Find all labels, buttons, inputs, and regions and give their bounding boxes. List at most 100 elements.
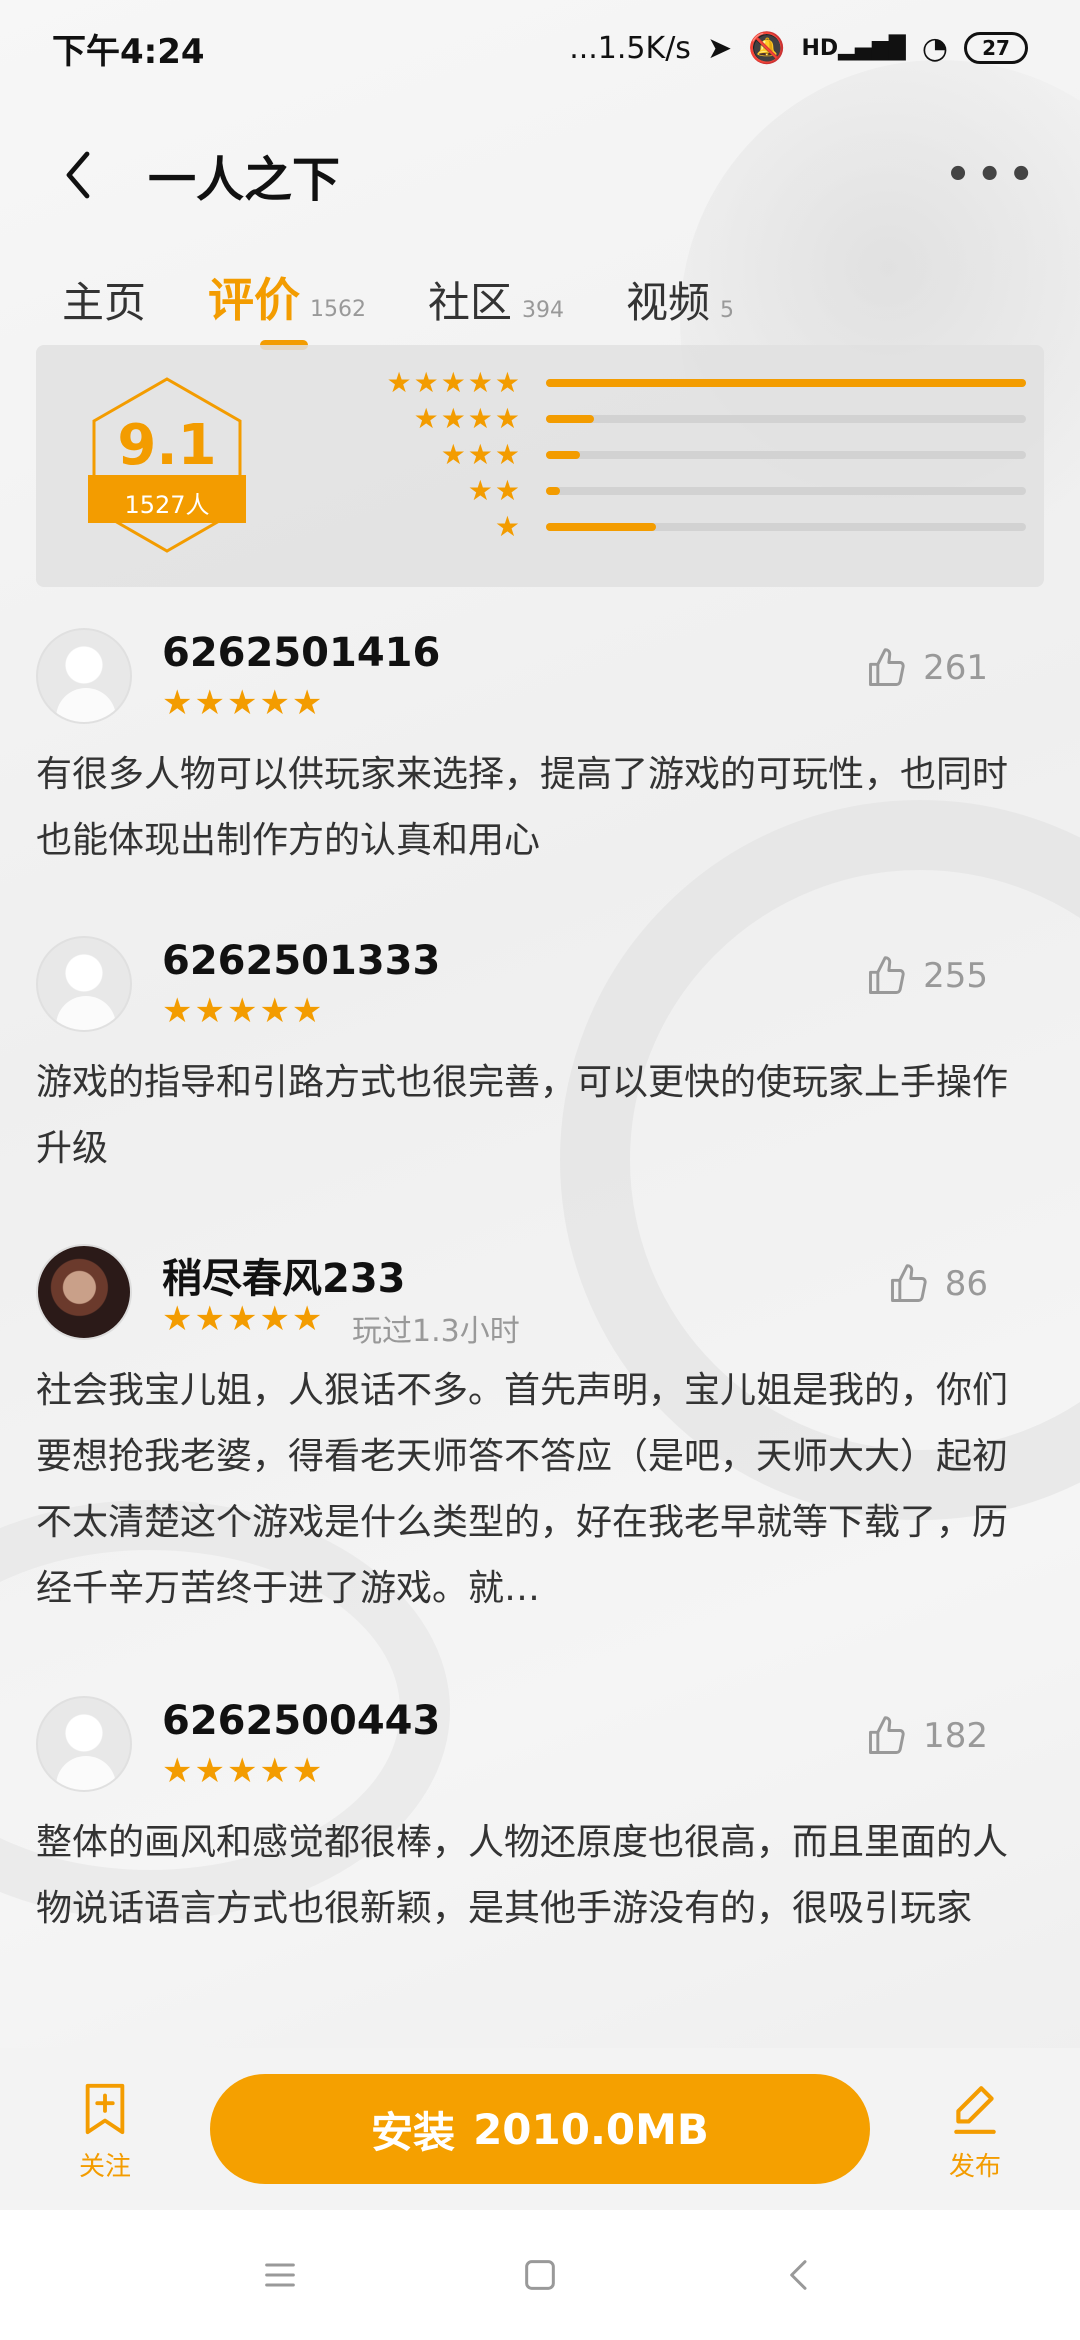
avatar[interactable] bbox=[36, 936, 132, 1032]
distribution-bar-fill bbox=[546, 487, 561, 495]
distribution-row: ★★ bbox=[326, 473, 1026, 509]
distribution-bar-fill bbox=[546, 451, 580, 459]
review-header: 稍尽春风233 ★★★★★ 玩过1.3小时 86 bbox=[36, 1238, 1044, 1349]
avatar[interactable] bbox=[36, 1696, 132, 1792]
review-item[interactable]: 6262501416 ★★★★★ 261 有很多人物可以供玩家来选择，提高了游戏… bbox=[0, 622, 1080, 930]
network-speed: ...1.5K/s bbox=[569, 30, 691, 66]
location-icon: ➤ bbox=[706, 30, 733, 66]
distribution-bar-fill bbox=[546, 523, 657, 531]
rating-summary: 9.1 1527人 ★★★★★ ★★★★ ★★★ ★★ ★ bbox=[36, 345, 1044, 587]
distribution-bar bbox=[546, 379, 1026, 387]
thumbs-up-icon bbox=[869, 1716, 905, 1754]
tab-label: 主页 bbox=[62, 278, 147, 327]
system-nav-bar bbox=[0, 2210, 1080, 2340]
thumbs-up-icon bbox=[869, 648, 905, 686]
distribution-bar-fill bbox=[546, 379, 1026, 387]
tab-count: 1562 bbox=[310, 297, 367, 322]
tab-reviews[interactable]: 评价 1562 bbox=[208, 264, 367, 350]
review-text: 整体的画风和感觉都很棒，人物还原度也很高，而且里面的人物说话语言方式也很新颖，是… bbox=[36, 1822, 1009, 1929]
more-options-icon[interactable]: ••• bbox=[945, 152, 1040, 198]
rating-distribution: ★★★★★ ★★★★ ★★★ ★★ ★ bbox=[326, 365, 1026, 545]
distribution-bar bbox=[546, 487, 1026, 495]
review-text: 游戏的指导和引路方式也很完善，可以更快的使玩家上手操作升级 bbox=[36, 1062, 1009, 1169]
bookmark-add-icon bbox=[85, 2083, 125, 2135]
review-item[interactable]: 6262500443 ★★★★★ 182 整体的画风和感觉都很棒，人物还原度也很… bbox=[0, 1690, 1080, 2040]
tab-bar: 主页 评价 1562 社区 394 视频 5 bbox=[62, 240, 734, 350]
bottom-action-bar: 关注 安装 2010.0MB 发布 bbox=[0, 2048, 1080, 2210]
like-button[interactable]: 182 bbox=[865, 1714, 988, 1758]
chevron-left-icon bbox=[790, 2260, 807, 2290]
avatar[interactable] bbox=[36, 1244, 132, 1340]
distribution-row: ★★★ bbox=[326, 437, 1026, 473]
distribution-row: ★★★★ bbox=[326, 401, 1026, 437]
tab-videos[interactable]: 视频 5 bbox=[626, 269, 734, 330]
menu-icon bbox=[265, 2263, 295, 2287]
avatar[interactable] bbox=[36, 628, 132, 724]
follow-button[interactable]: 关注 bbox=[60, 2082, 150, 2183]
review-list: 6262501416 ★★★★★ 261 有很多人物可以供玩家来选择，提高了游戏… bbox=[0, 622, 1080, 2040]
follow-label: 关注 bbox=[78, 2152, 131, 2182]
nav-home-button[interactable] bbox=[515, 2250, 565, 2300]
review-header: 6262500443 ★★★★★ 182 bbox=[36, 1690, 1044, 1792]
pencil-icon bbox=[954, 2086, 996, 2134]
status-icons: ...1.5K/s ➤ 🔕 HD▂▄▆█ ◔ 27 bbox=[569, 31, 1028, 66]
distribution-row: ★★★★★ bbox=[326, 365, 1026, 401]
back-button[interactable] bbox=[60, 145, 120, 205]
thumbs-up-icon bbox=[869, 956, 905, 994]
distribution-bar bbox=[546, 415, 1026, 423]
tab-home[interactable]: 主页 bbox=[62, 269, 146, 330]
review-stars: ★★★★★ bbox=[162, 683, 325, 723]
battery-level: 27 bbox=[982, 36, 1010, 60]
hd-label: HD bbox=[801, 35, 839, 61]
review-username[interactable]: 6262501416 bbox=[162, 630, 440, 676]
review-text: 社会我宝儿姐，人狠话不多。首先声明，宝儿姐是我的，你们要想抢我老婆，得看老天师答… bbox=[36, 1370, 1009, 1609]
publish-button[interactable]: 发布 bbox=[930, 2082, 1020, 2183]
review-item[interactable]: 稍尽春风233 ★★★★★ 玩过1.3小时 86 社会我宝儿姐，人狠话不多。首先… bbox=[0, 1238, 1080, 1690]
distribution-stars: ★★★★ bbox=[413, 402, 522, 435]
status-time: 下午4:24 bbox=[52, 31, 205, 72]
wifi-icon: ◔ bbox=[921, 30, 948, 66]
distribution-stars: ★★★★★ bbox=[386, 366, 522, 399]
distribution-stars: ★ bbox=[494, 510, 522, 543]
thumbs-up-icon bbox=[890, 1264, 927, 1302]
install-size: 2010.0MB bbox=[473, 2104, 709, 2154]
review-username[interactable]: 稍尽春风233 bbox=[162, 1246, 406, 1304]
score-badge: 9.1 1527人 bbox=[88, 375, 246, 555]
tab-count: 5 bbox=[720, 298, 735, 323]
signal-icon: HD▂▄▆█ bbox=[801, 35, 906, 61]
review-text: 有很多人物可以供玩家来选择，提高了游戏的可玩性，也同时也能体现出制作方的认真和用… bbox=[36, 754, 1009, 861]
mute-bell-icon: 🔕 bbox=[748, 30, 786, 66]
nav-back-button[interactable] bbox=[775, 2250, 825, 2300]
status-bar: 下午4:24 ...1.5K/s ➤ 🔕 HD▂▄▆█ ◔ 27 bbox=[0, 0, 1080, 96]
score-value: 9.1 bbox=[117, 413, 217, 478]
review-item[interactable]: 6262501333 ★★★★★ 255 游戏的指导和引路方式也很完善，可以更快… bbox=[0, 930, 1080, 1238]
install-button[interactable]: 安装 2010.0MB bbox=[210, 2074, 870, 2184]
like-count: 182 bbox=[923, 1716, 988, 1756]
distribution-row: ★ bbox=[326, 509, 1026, 545]
tab-community[interactable]: 社区 394 bbox=[428, 269, 564, 330]
review-username[interactable]: 6262500443 bbox=[162, 1698, 440, 1744]
square-home-icon bbox=[525, 2260, 555, 2290]
distribution-stars: ★★★ bbox=[440, 438, 522, 471]
publish-label: 发布 bbox=[948, 2152, 1001, 2182]
like-button[interactable]: 255 bbox=[865, 954, 988, 998]
review-header: 6262501416 ★★★★★ 261 bbox=[36, 622, 1044, 724]
distribution-stars: ★★ bbox=[467, 474, 522, 507]
tab-label: 视频 bbox=[626, 278, 711, 327]
tab-label: 评价 bbox=[208, 273, 301, 327]
header: 一人之下 ••• bbox=[0, 130, 1080, 220]
app-review-page: 下午4:24 ...1.5K/s ➤ 🔕 HD▂▄▆█ ◔ 27 一人之下 ••… bbox=[0, 0, 1080, 2340]
review-stars: ★★★★★ bbox=[162, 1299, 325, 1339]
review-username[interactable]: 6262501333 bbox=[162, 938, 440, 984]
like-button[interactable]: 86 bbox=[887, 1262, 988, 1306]
review-header: 6262501333 ★★★★★ 255 bbox=[36, 930, 1044, 1032]
distribution-bar bbox=[546, 451, 1026, 459]
tab-count: 394 bbox=[522, 298, 565, 323]
rating-count: 1527人 bbox=[124, 491, 210, 519]
battery-icon: 27 bbox=[964, 32, 1028, 64]
like-count: 86 bbox=[944, 1264, 988, 1304]
tab-label: 社区 bbox=[428, 278, 513, 327]
nav-menu-button[interactable] bbox=[255, 2250, 305, 2300]
play-time: 玩过1.3小时 bbox=[352, 1314, 520, 1349]
like-button[interactable]: 261 bbox=[865, 646, 988, 690]
